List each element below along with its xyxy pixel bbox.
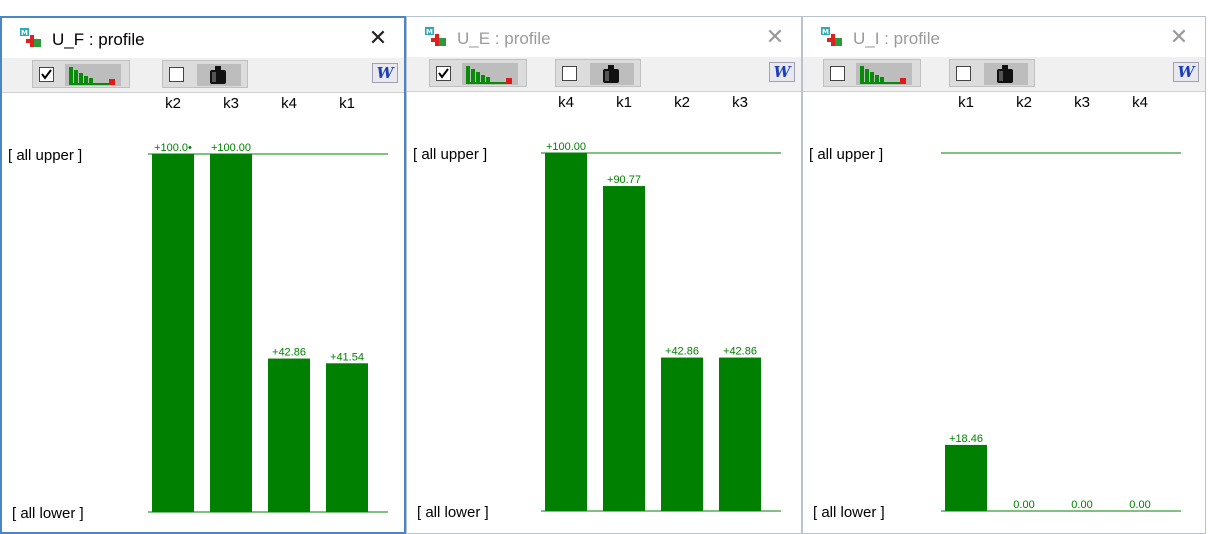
y-lower-label: [ all lower ]: [12, 505, 84, 522]
bars-toggle-group[interactable]: [823, 59, 921, 87]
y-upper-label: [ all upper ]: [8, 147, 82, 164]
y-lower-label: [ all lower ]: [417, 504, 489, 521]
window-title: U_I : profile: [853, 29, 940, 48]
bar: [661, 357, 703, 511]
svg-text:M: M: [426, 28, 433, 36]
bars-checkbox[interactable]: [39, 67, 54, 82]
toolbar: W: [2, 58, 404, 93]
profile-chart: [ all upper ] [ all lower ] k1 +18.46 k2 0.00…: [809, 94, 1181, 521]
y-upper-label: [ all upper ]: [413, 146, 487, 163]
word-export-icon[interactable]: W: [1173, 62, 1199, 82]
bar: [268, 358, 310, 512]
close-icon[interactable]: ✕: [761, 23, 789, 51]
data-label: 0.00: [1129, 499, 1150, 511]
y-lower-label: [ all lower ]: [813, 504, 885, 521]
weight-checkbox[interactable]: [562, 66, 577, 81]
y-upper-label: [ all upper ]: [809, 146, 883, 163]
close-icon[interactable]: ✕: [1165, 23, 1193, 51]
bar-chart-icon: [65, 64, 121, 86]
toolbar: W: [407, 57, 801, 92]
tick-label: k2: [1016, 94, 1032, 111]
titlebar[interactable]: M U_F : profile ✕: [2, 18, 404, 58]
window-u-i[interactable]: M U_I : profile ✕ W [ all upper] [all …: [802, 16, 1206, 534]
titlebar[interactable]: M U_I : profile ✕: [803, 17, 1205, 57]
data-label: 0.00: [1013, 499, 1034, 511]
weight-checkbox[interactable]: [956, 66, 971, 81]
bars-toggle-group[interactable]: [429, 59, 527, 87]
weight-icon: [984, 63, 1028, 85]
bar: [152, 154, 194, 512]
tick-label: k1: [958, 94, 974, 111]
weight-toggle-group[interactable]: [162, 60, 248, 88]
bar: [545, 153, 587, 511]
bar: [210, 154, 252, 512]
window-u-e[interactable]: M U_E : profile ✕ W [all upper] [all …: [406, 16, 802, 534]
tick-label: k3: [1074, 94, 1090, 111]
app-icon: M: [20, 28, 41, 47]
window-title: U_F : profile: [52, 30, 145, 49]
bar: [719, 357, 761, 511]
app-icon: M: [425, 27, 446, 46]
bar: [603, 186, 645, 511]
weight-icon: [590, 63, 634, 85]
tick-label: k4: [1132, 94, 1148, 111]
bar: [326, 363, 368, 512]
data-label: +100.0•: [154, 142, 192, 154]
profile-chart: [ all upper ] [ all lower ] k4 +100.00 k1 +90…: [413, 94, 781, 521]
toolbar: W: [803, 57, 1205, 92]
tick-label: k3: [223, 95, 239, 112]
word-export-icon[interactable]: W: [372, 63, 398, 83]
word-export-icon[interactable]: W: [769, 62, 795, 82]
bars-checkbox[interactable]: [830, 66, 845, 81]
weight-checkbox[interactable]: [169, 67, 184, 82]
tick-label: k2: [165, 95, 181, 112]
data-label: +90.77: [607, 174, 641, 186]
data-label: +42.86: [272, 347, 306, 359]
data-label: +42.86: [723, 346, 757, 358]
profile-chart: [ all upper ] [ all lower ] k2 +100.0• k3 +10…: [8, 95, 388, 522]
weight-toggle-group[interactable]: [555, 59, 641, 87]
window-u-f[interactable]: M U_F : profile ✕ W [all upper] [all …: [0, 16, 406, 534]
data-label: +100.00: [211, 142, 251, 154]
titlebar[interactable]: M U_E : profile ✕: [407, 17, 801, 57]
bars-toggle-group[interactable]: [32, 60, 130, 88]
svg-text:M: M: [822, 28, 829, 36]
tick-label: k4: [281, 95, 297, 112]
tick-label: k1: [616, 94, 632, 111]
tick-label: k1: [339, 95, 355, 112]
window-title: U_E : profile: [457, 29, 551, 48]
tick-label: k3: [732, 94, 748, 111]
tick-label: k4: [558, 94, 574, 111]
data-label: +41.54: [330, 351, 364, 363]
tick-label: k2: [674, 94, 690, 111]
data-label: 0.00: [1071, 499, 1092, 511]
svg-text:M: M: [21, 29, 28, 37]
bar-chart-icon: [856, 63, 912, 85]
data-label: +42.86: [665, 346, 699, 358]
weight-icon: [197, 64, 241, 86]
data-label: +100.00: [546, 141, 586, 153]
data-label: +18.46: [949, 433, 983, 445]
close-icon[interactable]: ✕: [364, 24, 392, 52]
app-icon: M: [821, 27, 842, 46]
bars-checkbox[interactable]: [436, 66, 451, 81]
bar: [945, 444, 987, 511]
bar-chart-icon: [462, 63, 518, 85]
weight-toggle-group[interactable]: [949, 59, 1035, 87]
